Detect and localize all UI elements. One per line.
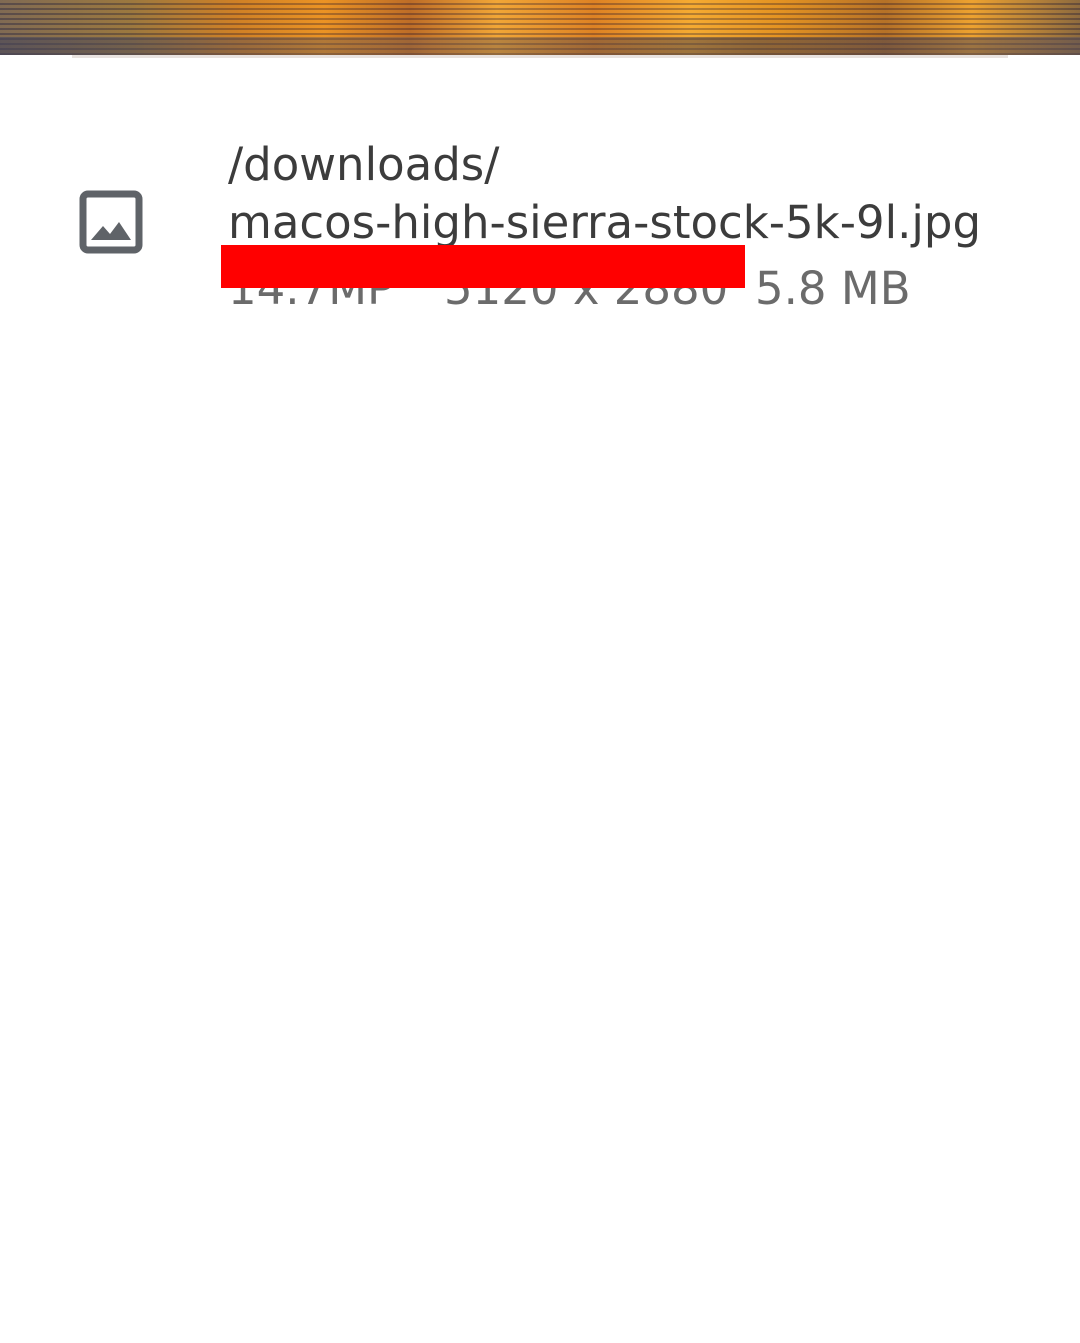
file-path: /downloads/ macos-high-sierra-stock-5k-9… bbox=[228, 138, 982, 249]
file-info-row: /downloads/ macos-high-sierra-stock-5k-9… bbox=[0, 120, 1080, 320]
divider bbox=[72, 55, 1008, 58]
photo-reflection-band bbox=[0, 37, 1080, 55]
redaction-bar bbox=[221, 245, 745, 288]
photo-preview[interactable] bbox=[0, 0, 1080, 55]
image-icon bbox=[79, 190, 143, 254]
file-size-label: 5.8 MB bbox=[755, 262, 911, 315]
